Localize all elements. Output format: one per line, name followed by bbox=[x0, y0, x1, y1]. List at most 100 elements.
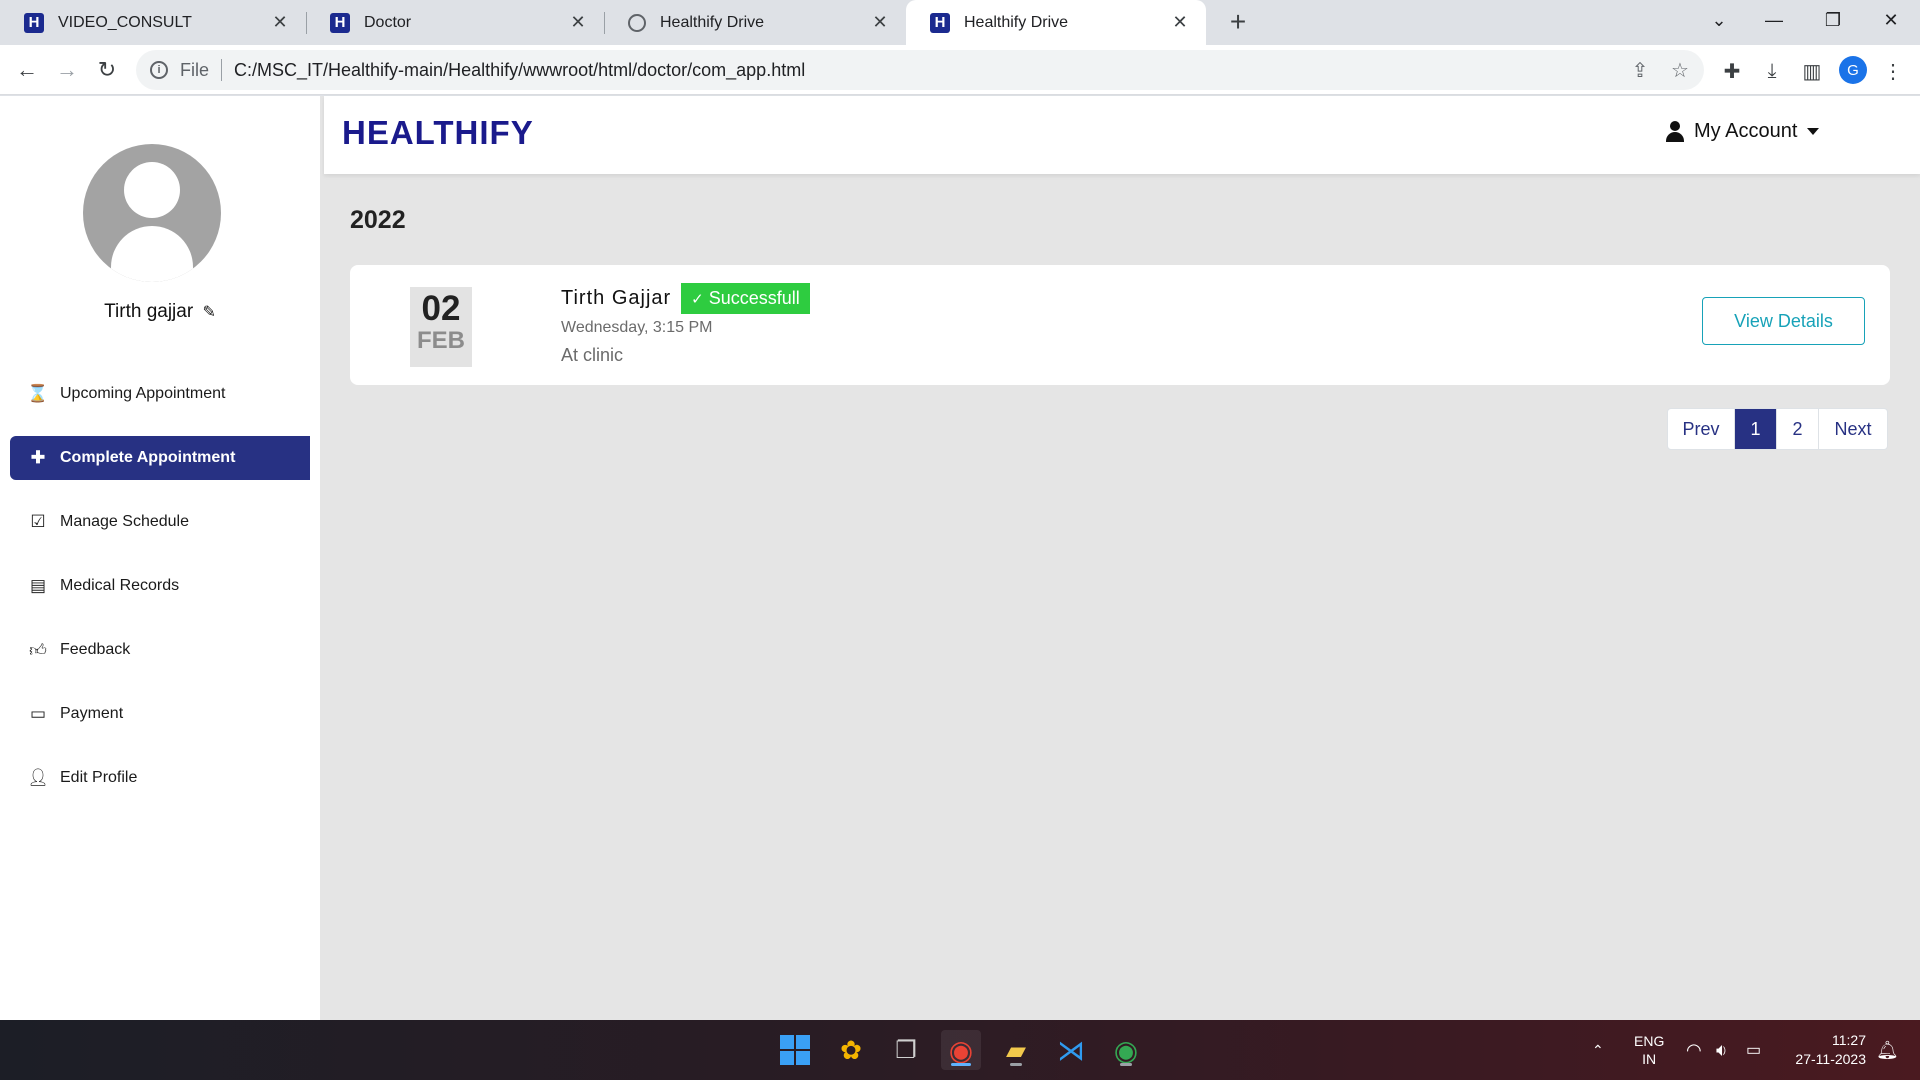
kebab-menu-icon[interactable]: ⋮ bbox=[1880, 58, 1906, 84]
sidebar-item-feedback[interactable]: 👍︎ Feedback bbox=[10, 628, 310, 672]
tab-doctor[interactable]: H Doctor ✕ bbox=[306, 0, 604, 45]
back-arrow-icon[interactable]: ← bbox=[11, 54, 43, 86]
pagination-page-1[interactable]: 1 bbox=[1734, 409, 1776, 449]
side-panel-icon[interactable]: ▥ bbox=[1799, 58, 1825, 84]
close-icon[interactable]: ✕ bbox=[1170, 12, 1190, 33]
user-icon bbox=[1666, 120, 1684, 143]
appointment-date-box: 02 FEB bbox=[410, 287, 472, 367]
lang-line-2: IN bbox=[1642, 1051, 1657, 1067]
healthify-favicon-icon: H bbox=[24, 12, 44, 33]
hand-holding-medical-icon: ✚ bbox=[30, 448, 46, 467]
tab-healthify-drive-active[interactable]: H Healthify Drive ✕ bbox=[906, 0, 1206, 45]
account-label: My Account bbox=[1694, 120, 1798, 142]
clock-date: 27-11-2023 bbox=[1795, 1051, 1866, 1067]
address-url[interactable]: C:/MSC_IT/Healthify-main/Healthify/wwwro… bbox=[234, 60, 805, 81]
patient-row: Tirth Gajjar ✓ Successfull bbox=[561, 283, 810, 314]
sidebar-item-edit-profile[interactable]: 👤︎ Edit Profile bbox=[10, 756, 310, 800]
clock[interactable]: 11:27 27-11-2023 bbox=[1786, 1020, 1866, 1080]
sidebar-item-upcoming-appointment[interactable]: ⌛ Upcoming Appointment bbox=[10, 372, 310, 416]
copilot-pre-icon[interactable]: ✿ bbox=[831, 1030, 871, 1070]
restore-icon[interactable]: ❐ bbox=[1813, 0, 1853, 40]
chrome-profile-icon[interactable]: ◉ bbox=[941, 1030, 981, 1070]
notification-bell-icon[interactable]: 🔔︎ bbox=[1876, 1020, 1899, 1080]
appointment-month: FEB bbox=[417, 327, 465, 354]
avatar-head-shape bbox=[124, 162, 180, 218]
language-indicator[interactable]: ENG IN bbox=[1634, 1020, 1664, 1080]
globe-icon bbox=[628, 13, 646, 32]
minimize-icon[interactable]: — bbox=[1754, 0, 1794, 40]
lang-line-1: ENG bbox=[1634, 1033, 1665, 1049]
pagination-page-2[interactable]: 2 bbox=[1776, 409, 1818, 449]
share-icon[interactable]: ⇪ bbox=[1628, 58, 1652, 82]
profile-avatar[interactable]: G bbox=[1839, 56, 1867, 84]
sidebar-item-payment[interactable]: ▭ Payment bbox=[10, 692, 310, 736]
forward-arrow-icon[interactable]: → bbox=[51, 54, 83, 86]
doctor-avatar bbox=[83, 144, 221, 282]
tab-title: VIDEO_CONSULT bbox=[58, 13, 192, 31]
reload-icon[interactable]: ↻ bbox=[91, 54, 123, 86]
close-icon[interactable]: ✕ bbox=[270, 12, 290, 33]
year-heading: 2022 bbox=[350, 206, 406, 234]
task-view-icon[interactable]: ❐ bbox=[886, 1030, 926, 1070]
healthify-favicon-icon: H bbox=[930, 12, 950, 33]
caret-down-icon bbox=[1807, 128, 1820, 135]
status-badge: ✓ Successfull bbox=[681, 283, 810, 314]
wifi-icon[interactable]: ◠ bbox=[1686, 1020, 1702, 1080]
chrome-icon[interactable]: ◉ bbox=[1106, 1030, 1146, 1070]
address-bar[interactable]: i File C:/MSC_IT/Healthify-main/Healthif… bbox=[136, 50, 1704, 90]
sidebar-item-label: Edit Profile bbox=[60, 769, 138, 786]
sidebar: Tirth gajjar ✎ ⌛ Upcoming Appointment ✚ … bbox=[0, 96, 320, 1020]
my-account-dropdown[interactable]: My Account bbox=[1666, 120, 1820, 143]
tab-title: Healthify Drive bbox=[964, 13, 1069, 31]
tab-video-consult[interactable]: H VIDEO_CONSULT ✕ bbox=[0, 0, 306, 45]
new-tab-button[interactable]: + bbox=[1222, 6, 1254, 38]
calendar-check-icon: ☑ bbox=[30, 512, 46, 531]
volume-icon[interactable]: 🔉︎ bbox=[1716, 1020, 1727, 1080]
tab-title: Doctor bbox=[364, 13, 412, 31]
battery-icon[interactable]: ▭ bbox=[1746, 1020, 1761, 1080]
status-text: Successfull bbox=[708, 288, 800, 308]
tray-overflow-icon[interactable]: ⌃ bbox=[1592, 1020, 1604, 1080]
browser-tab-strip: H VIDEO_CONSULT ✕ H Doctor ✕ Healthify D… bbox=[0, 0, 1920, 45]
edit-name-icon[interactable]: ✎ bbox=[202, 302, 215, 322]
tab-title: Healthify Drive bbox=[660, 13, 765, 31]
user-edit-icon: 👤︎ bbox=[27, 768, 49, 787]
pagination-prev[interactable]: Prev bbox=[1668, 409, 1734, 449]
window-close-icon[interactable]: ✕ bbox=[1871, 0, 1911, 40]
vscode-icon[interactable]: ⋊ bbox=[1051, 1030, 1091, 1070]
windows-taskbar: ✿ ❐ ◉ ▰ ⋊ ◉ ⌃ ENG IN ◠ 🔉︎ ▭ 11:27 27-11-… bbox=[0, 1020, 1920, 1080]
page: Tirth gajjar ✎ ⌛ Upcoming Appointment ✚ … bbox=[0, 96, 1920, 1020]
healthify-favicon-icon: H bbox=[330, 12, 350, 33]
extensions-puzzle-icon[interactable]: ✚ bbox=[1719, 58, 1745, 84]
bookmark-star-icon[interactable]: ☆ bbox=[1668, 58, 1692, 82]
sidebar-item-label: Payment bbox=[60, 705, 124, 722]
close-icon[interactable]: ✕ bbox=[568, 12, 588, 33]
sidebar-item-complete-appointment[interactable]: ✚ Complete Appointment bbox=[10, 436, 310, 480]
view-details-button[interactable]: View Details bbox=[1702, 297, 1865, 345]
browser-toolbar: ← → ↻ i File C:/MSC_IT/Healthify-main/He… bbox=[0, 45, 1920, 95]
clock-time: 11:27 bbox=[1832, 1032, 1866, 1048]
appointment-time: Wednesday, 3:15 PM bbox=[561, 319, 713, 336]
thumbs-up-icon: 👍︎ bbox=[29, 640, 47, 660]
credit-card-icon: ▭ bbox=[29, 704, 47, 723]
patient-name: Tirth Gajjar bbox=[561, 287, 672, 309]
download-icon[interactable]: ⤓ bbox=[1759, 58, 1785, 84]
top-header: HEALTHIFY My Account bbox=[324, 96, 1920, 174]
sidebar-item-label: Complete Appointment bbox=[60, 449, 236, 466]
doctor-name-row: Tirth gajjar ✎ bbox=[0, 301, 320, 323]
check-icon: ✓ bbox=[691, 290, 704, 308]
brand-logo[interactable]: HEALTHIFY bbox=[342, 114, 534, 152]
site-info-icon[interactable]: i bbox=[150, 61, 168, 79]
hourglass-icon: ⌛ bbox=[27, 384, 49, 403]
doctor-name: Tirth gajjar bbox=[104, 301, 194, 322]
file-explorer-icon[interactable]: ▰ bbox=[996, 1030, 1036, 1070]
sidebar-item-medical-records[interactable]: ▤ Medical Records bbox=[10, 564, 310, 608]
close-icon[interactable]: ✕ bbox=[870, 12, 890, 33]
tab-healthify-drive[interactable]: Healthify Drive ✕ bbox=[604, 0, 906, 45]
sidebar-item-manage-schedule[interactable]: ☑ Manage Schedule bbox=[10, 500, 310, 544]
sidebar-item-label: Manage Schedule bbox=[60, 513, 189, 530]
tab-search-icon[interactable]: ⌄ bbox=[1699, 0, 1739, 40]
start-windows-icon[interactable] bbox=[775, 1030, 815, 1070]
pagination-next[interactable]: Next bbox=[1818, 409, 1887, 449]
appointment-location: At clinic bbox=[561, 345, 624, 365]
